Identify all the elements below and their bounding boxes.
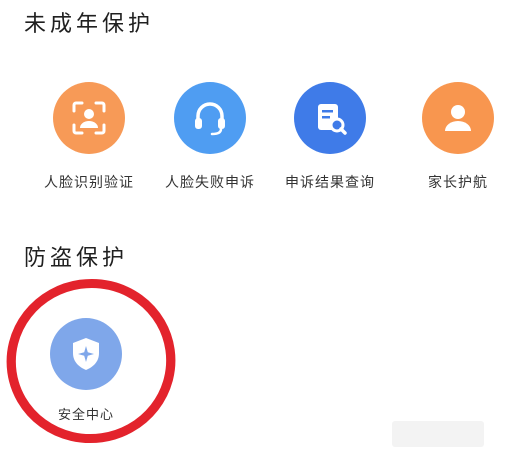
section-title-minor-protection: 未成年保护 [24, 12, 155, 37]
shield-icon [50, 318, 122, 390]
tile-label: 申诉结果查询 [285, 175, 375, 191]
tile-parent-guardian[interactable]: 家长护航 [396, 82, 520, 192]
tile-label: 家长护航 [428, 175, 488, 191]
tile-appeal-result-query[interactable]: 申诉结果查询 [268, 82, 392, 192]
tile-label: 人脸识别验证 [44, 175, 134, 191]
tile-label: 安全中心 [57, 408, 114, 423]
document-search-icon [294, 82, 366, 154]
blurred-watermark [392, 421, 484, 447]
headset-icon [174, 82, 246, 154]
tile-face-failure-appeal[interactable]: 人脸失败申诉 [148, 82, 272, 192]
face-scan-icon [53, 82, 125, 154]
section-title-theft-protection: 防盗保护 [24, 246, 129, 271]
user-icon [422, 82, 494, 154]
tile-face-verification[interactable]: 人脸识别验证 [27, 82, 151, 192]
tile-label: 人脸失败申诉 [165, 175, 255, 191]
tile-security-center[interactable]: 安全中心 [26, 318, 146, 423]
